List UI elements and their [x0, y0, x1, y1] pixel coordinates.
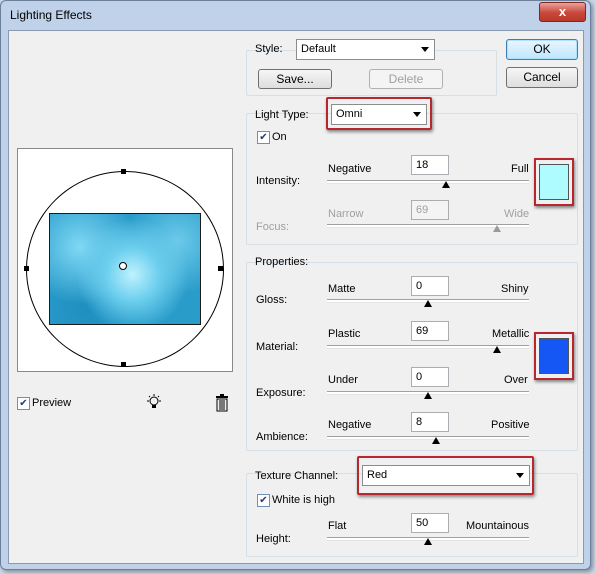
- intensity-value: 18: [416, 159, 429, 171]
- style-select[interactable]: Default: [296, 39, 435, 60]
- lighting-effects-window: Lighting Effects x ✔ Preview Style: Defa…: [0, 0, 591, 570]
- exposure-value: 0: [416, 371, 423, 383]
- focus-label: Focus:: [256, 221, 290, 233]
- chevron-down-icon: [421, 47, 429, 52]
- save-button[interactable]: Save...: [258, 69, 332, 89]
- material-field[interactable]: 69: [411, 321, 449, 341]
- ambience-max-label: Positive: [491, 419, 530, 431]
- ambience-field[interactable]: 8: [411, 412, 449, 432]
- material-label: Material:: [256, 341, 299, 353]
- focus-field[interactable]: 69: [411, 200, 449, 220]
- exposure-label: Exposure:: [256, 387, 306, 399]
- gloss-min-label: Matte: [328, 283, 356, 295]
- material-max-label: Metallic: [492, 328, 530, 340]
- exposure-slider-thumb[interactable]: [424, 392, 432, 399]
- material-min-label: Plastic: [328, 328, 361, 340]
- gloss-field[interactable]: 0: [411, 276, 449, 296]
- exposure-min-label: Under: [328, 374, 358, 386]
- style-label: Style:: [255, 43, 283, 55]
- light-center-handle[interactable]: [119, 262, 127, 270]
- intensity-max-label: Full: [511, 163, 529, 175]
- ambience-slider-track[interactable]: [327, 436, 529, 440]
- window-title: Lighting Effects: [10, 8, 92, 22]
- ellipse-handle-left[interactable]: [24, 266, 29, 271]
- height-field[interactable]: 50: [411, 513, 449, 533]
- style-value: Default: [301, 43, 336, 55]
- focus-min-label: Narrow: [328, 208, 364, 220]
- on-checkbox[interactable]: ✔: [257, 131, 270, 144]
- gloss-value: 0: [416, 280, 423, 292]
- light-color-swatch[interactable]: [539, 164, 569, 200]
- delete-button[interactable]: Delete: [369, 69, 443, 89]
- height-value: 50: [416, 517, 429, 529]
- focus-max-label: Wide: [504, 208, 530, 220]
- preview-label: Preview: [32, 397, 72, 409]
- ambience-label: Ambience:: [256, 431, 308, 443]
- intensity-slider-track[interactable]: [327, 180, 529, 184]
- texture-channel-value: Red: [367, 469, 388, 481]
- material-color-swatch[interactable]: [539, 338, 569, 374]
- focus-value: 69: [416, 204, 429, 216]
- intensity-field[interactable]: 18: [411, 155, 449, 175]
- light-bulb-icon[interactable]: [145, 393, 163, 411]
- intensity-label: Intensity:: [256, 175, 301, 187]
- material-value: 69: [416, 325, 429, 337]
- focus-slider-thumb[interactable]: [492, 225, 501, 232]
- intensity-slider-thumb[interactable]: [442, 181, 451, 188]
- ellipse-handle-bottom[interactable]: [121, 362, 126, 367]
- ellipse-handle-top[interactable]: [121, 169, 126, 174]
- ambience-min-label: Negative: [328, 419, 372, 431]
- height-min-label: Flat: [328, 520, 347, 532]
- chevron-down-icon: [413, 112, 421, 117]
- light-type-value: Omni: [336, 108, 363, 120]
- on-label: On: [272, 131, 287, 143]
- texture-channel-select[interactable]: Red: [362, 465, 530, 486]
- ellipse-handle-right[interactable]: [218, 266, 223, 271]
- white-is-high-checkbox[interactable]: ✔: [257, 494, 270, 507]
- exposure-field[interactable]: 0: [411, 367, 449, 387]
- texture-channel-label: Texture Channel:: [255, 470, 339, 482]
- ok-button[interactable]: OK: [506, 39, 578, 60]
- preview-checkbox[interactable]: ✔: [17, 397, 30, 410]
- gloss-slider-thumb[interactable]: [424, 300, 432, 307]
- dialog-client-area: ✔ Preview Style: Default Save... Delete …: [8, 30, 584, 564]
- intensity-min-label: Negative: [328, 163, 372, 175]
- properties-title: Properties:: [255, 256, 309, 268]
- white-is-high-label: White is high: [272, 494, 335, 506]
- light-color-highlight: [534, 158, 574, 206]
- height-max-label: Mountainous: [466, 520, 529, 532]
- ambience-slider-thumb[interactable]: [432, 437, 441, 444]
- gloss-label: Gloss:: [256, 294, 288, 306]
- material-slider-thumb[interactable]: [492, 346, 501, 353]
- light-type-select[interactable]: Omni: [331, 104, 427, 125]
- light-type-label: Light Type:: [255, 109, 309, 121]
- material-color-highlight: [534, 332, 574, 380]
- exposure-max-label: Over: [504, 374, 528, 386]
- ambience-value: 8: [416, 416, 423, 428]
- trash-icon[interactable]: [214, 394, 230, 412]
- close-button[interactable]: x: [539, 2, 586, 22]
- height-slider-thumb[interactable]: [424, 538, 432, 545]
- height-label: Height:: [256, 533, 291, 545]
- chevron-down-icon: [516, 473, 524, 478]
- title-bar: Lighting Effects x: [1, 1, 590, 29]
- preview-canvas[interactable]: [17, 148, 233, 372]
- gloss-max-label: Shiny: [501, 283, 529, 295]
- cancel-button[interactable]: Cancel: [506, 67, 578, 88]
